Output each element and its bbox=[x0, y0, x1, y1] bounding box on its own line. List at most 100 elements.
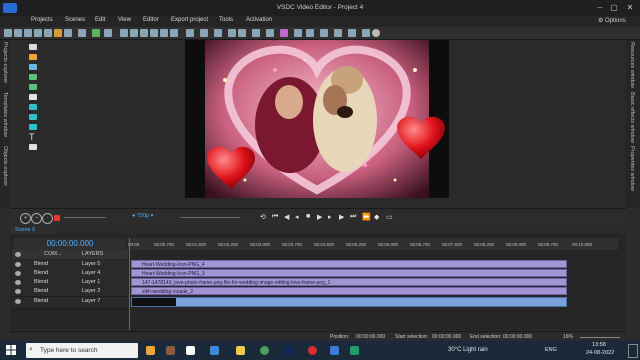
line-tool-icon[interactable] bbox=[29, 94, 37, 100]
pause-icon[interactable]: ▸ bbox=[328, 213, 332, 221]
vsdc-icon[interactable] bbox=[350, 346, 359, 355]
zoom-out-icon[interactable] bbox=[104, 29, 112, 37]
taskbar-app-icon[interactable] bbox=[166, 346, 175, 355]
timeline-clip[interactable]: Heart-Wedding-Icon-PNG_3 bbox=[131, 269, 567, 277]
tab-scene[interactable]: Scene 0 bbox=[10, 226, 55, 234]
stop-icon[interactable]: ■ bbox=[306, 213, 310, 220]
track-row[interactable]: Blend Layer 2 bbox=[12, 287, 128, 297]
zoom-slider[interactable] bbox=[64, 217, 106, 218]
go-start-icon[interactable]: ⏮ bbox=[272, 213, 278, 221]
marker-icon[interactable] bbox=[362, 29, 370, 37]
taskbar-app-icon[interactable] bbox=[146, 346, 155, 355]
video-preview[interactable] bbox=[185, 40, 449, 198]
bring-front-icon[interactable] bbox=[238, 29, 246, 37]
menu-editor[interactable]: Editor bbox=[143, 17, 159, 23]
ellipse-tool-icon[interactable] bbox=[29, 114, 37, 120]
blend-mode[interactable]: Blend bbox=[34, 261, 48, 267]
cut-icon[interactable] bbox=[34, 29, 42, 37]
timeline-clip[interactable]: 147-1478143_love-photo-frame-png-file-fo… bbox=[131, 278, 567, 286]
timeline-clip[interactable]: Heart-Wedding-Icon-PNG_4 bbox=[131, 260, 567, 268]
marker-icon[interactable]: ◆ bbox=[374, 213, 379, 221]
loop-icon[interactable]: ⟲ bbox=[260, 213, 266, 221]
menu-export-project[interactable]: Export project bbox=[171, 17, 208, 23]
zoom-in-icon[interactable]: + bbox=[20, 213, 31, 224]
go-end-icon[interactable]: ⏭ bbox=[350, 213, 356, 221]
rewind-icon[interactable]: ◂ bbox=[295, 213, 299, 221]
maximize-icon[interactable]: ▢ bbox=[608, 2, 620, 13]
video-clip[interactable] bbox=[131, 297, 567, 307]
save-icon[interactable] bbox=[24, 29, 32, 37]
taskbar-search[interactable]: ⌕ Type here to search bbox=[26, 343, 138, 358]
taskbar-app-icon[interactable] bbox=[330, 346, 339, 355]
play-icon[interactable]: ▶ bbox=[317, 213, 322, 221]
photoshop-icon[interactable] bbox=[284, 346, 293, 355]
blend-mode[interactable]: Blend bbox=[34, 298, 48, 304]
align-right-icon[interactable] bbox=[140, 29, 148, 37]
eye-icon[interactable] bbox=[15, 252, 21, 257]
tab-objects-explorer[interactable]: Objects explorer bbox=[2, 146, 8, 186]
select-tool-icon[interactable] bbox=[29, 44, 37, 50]
open-icon[interactable] bbox=[14, 29, 22, 37]
options-button[interactable]: ⚙ Options bbox=[598, 17, 626, 24]
tab-projects-explorer[interactable]: Projects explorer bbox=[2, 42, 8, 83]
text-tool-icon[interactable] bbox=[334, 29, 342, 37]
transition-icon[interactable] bbox=[294, 29, 302, 37]
blend-mode[interactable]: Blend bbox=[34, 288, 48, 294]
align-left-icon[interactable] bbox=[120, 29, 128, 37]
fast-forward-icon[interactable]: ⏩ bbox=[362, 213, 371, 221]
prev-frame-icon[interactable]: ◀ bbox=[284, 213, 289, 221]
resolution-dropdown[interactable]: ● 720p ▾ bbox=[132, 213, 153, 219]
zoom-out-icon[interactable]: – bbox=[31, 213, 42, 224]
new-project-icon[interactable] bbox=[4, 29, 12, 37]
video-tool-icon[interactable] bbox=[29, 64, 37, 70]
track-row[interactable]: Blend Layer 7 bbox=[12, 297, 128, 309]
file-explorer-icon[interactable] bbox=[236, 346, 245, 355]
align-bottom-icon[interactable] bbox=[170, 29, 178, 37]
eye-icon[interactable] bbox=[15, 299, 21, 304]
next-frame-icon[interactable]: ▶ bbox=[339, 213, 344, 221]
redo-icon[interactable] bbox=[78, 29, 86, 37]
tab-resources-window[interactable]: Resources window bbox=[629, 42, 635, 88]
undo-icon[interactable] bbox=[64, 29, 72, 37]
align-middle-icon[interactable] bbox=[160, 29, 168, 37]
language-indicator[interactable]: ENG bbox=[545, 347, 557, 353]
image-tool-icon[interactable] bbox=[29, 74, 37, 80]
menu-tools[interactable]: Tools bbox=[219, 17, 233, 23]
playhead[interactable] bbox=[129, 238, 130, 330]
close-icon[interactable]: ✕ bbox=[624, 2, 636, 13]
menu-edit[interactable]: Edit bbox=[95, 17, 105, 23]
settings-gear-icon[interactable] bbox=[372, 29, 380, 37]
free-shape-tool-icon[interactable] bbox=[29, 124, 37, 130]
eye-icon[interactable] bbox=[15, 289, 21, 294]
menu-projects[interactable]: Projects bbox=[31, 17, 53, 23]
notifications-icon[interactable] bbox=[628, 344, 638, 358]
distribute-icon[interactable] bbox=[186, 29, 194, 37]
windows-start-icon[interactable] bbox=[6, 345, 16, 355]
tab-templates-window[interactable]: Templates window bbox=[2, 92, 8, 137]
chrome-icon[interactable] bbox=[260, 346, 269, 355]
rectangle-tool-icon[interactable] bbox=[29, 104, 37, 110]
timeline-zoom-slider[interactable] bbox=[580, 337, 620, 338]
copy-icon[interactable] bbox=[44, 29, 52, 37]
eye-icon[interactable] bbox=[15, 271, 21, 276]
audio-tool-icon[interactable] bbox=[29, 84, 37, 90]
tab-properties-window[interactable]: Properties window bbox=[629, 146, 635, 191]
audio-icon[interactable] bbox=[320, 29, 328, 37]
ungroup-icon[interactable] bbox=[214, 29, 222, 37]
crop-icon[interactable] bbox=[252, 29, 260, 37]
zoom-in-icon[interactable] bbox=[92, 29, 100, 37]
split-icon[interactable] bbox=[348, 29, 356, 37]
weather-widget[interactable]: 30°C Light rain bbox=[448, 347, 488, 353]
align-center-icon[interactable] bbox=[130, 29, 138, 37]
blend-mode[interactable]: Blend bbox=[34, 270, 48, 276]
menu-view[interactable]: View bbox=[118, 17, 131, 23]
blend-mode[interactable]: Blend bbox=[34, 279, 48, 285]
snapshot-icon[interactable]: ▭ bbox=[386, 213, 393, 221]
volume-slider[interactable] bbox=[180, 217, 240, 218]
rotate-icon[interactable] bbox=[266, 29, 274, 37]
youtube-icon[interactable] bbox=[308, 346, 317, 355]
effects-icon[interactable] bbox=[280, 29, 288, 37]
text-tool-icon[interactable]: T bbox=[29, 132, 35, 142]
align-top-icon[interactable] bbox=[150, 29, 158, 37]
task-view-icon[interactable] bbox=[186, 346, 195, 355]
